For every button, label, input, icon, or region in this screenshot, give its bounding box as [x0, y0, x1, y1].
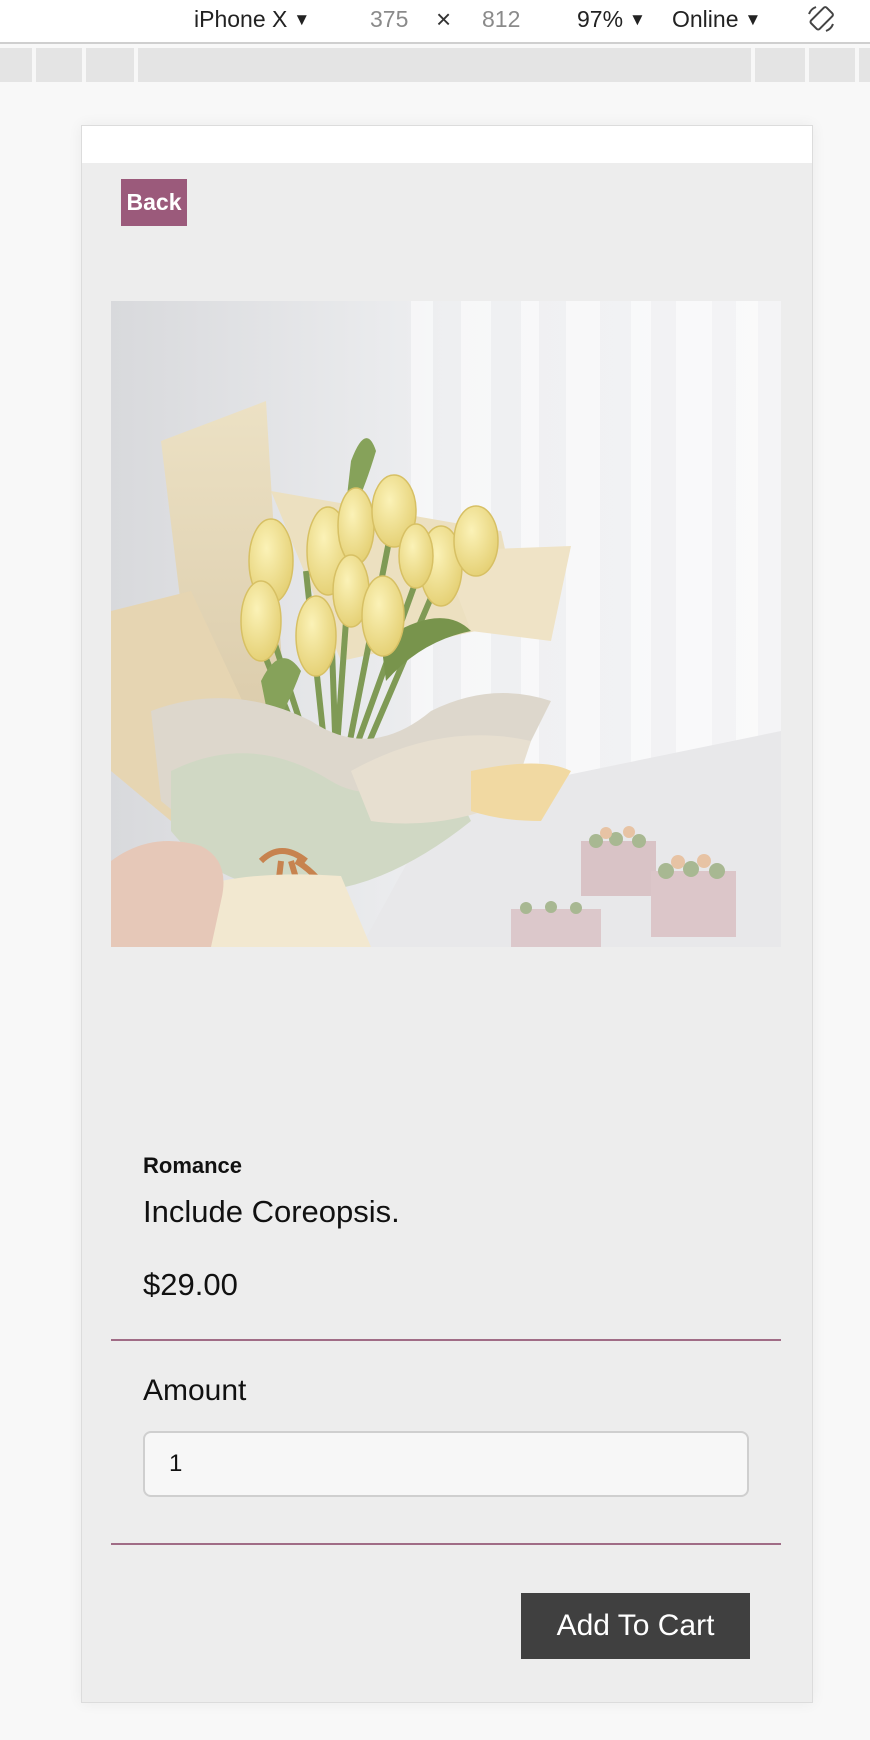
zoom-value: 97% — [577, 6, 624, 32]
chevron-down-icon: ▼ — [293, 10, 311, 29]
product-image — [111, 301, 781, 947]
zoom-selector[interactable]: 97% ▼ — [577, 4, 646, 34]
product-description: Include Coreopsis. — [143, 1194, 400, 1229]
product-price: $29.00 — [143, 1267, 238, 1302]
ruler-divider — [134, 48, 138, 82]
media-query-bar — [0, 48, 870, 82]
divider — [111, 1543, 781, 1545]
chevron-down-icon: ▼ — [744, 10, 762, 29]
ruler-divider — [751, 48, 755, 82]
dimension-separator: × — [436, 4, 452, 34]
network-throttle-selector[interactable]: Online ▼ — [672, 4, 761, 34]
device-viewport: Back Romance Include Coreopsis. $29.00 A… — [81, 125, 813, 1703]
ruler-divider — [805, 48, 809, 82]
device-name: iPhone X — [194, 6, 288, 32]
divider — [111, 1339, 781, 1341]
network-value: Online — [672, 6, 739, 32]
back-button[interactable]: Back — [121, 179, 187, 226]
rotate-icon[interactable] — [806, 4, 836, 34]
viewport-width-field[interactable]: 375 — [370, 4, 408, 34]
devtools-toolbar: iPhone X ▼ 375 × 812 97% ▼ Online ▼ — [0, 0, 870, 44]
chevron-down-icon: ▼ — [629, 10, 646, 29]
viewport-height-field[interactable]: 812 — [482, 4, 520, 34]
device-selector[interactable]: iPhone X ▼ — [194, 4, 310, 34]
amount-label: Amount — [143, 1374, 247, 1407]
ruler-divider — [32, 48, 36, 82]
ruler-divider — [855, 48, 859, 82]
page-header-strip — [82, 126, 812, 163]
add-to-cart-button[interactable]: Add To Cart — [521, 1593, 750, 1659]
amount-input[interactable] — [143, 1431, 749, 1497]
ruler-divider — [82, 48, 86, 82]
product-category: Romance — [143, 1153, 243, 1178]
